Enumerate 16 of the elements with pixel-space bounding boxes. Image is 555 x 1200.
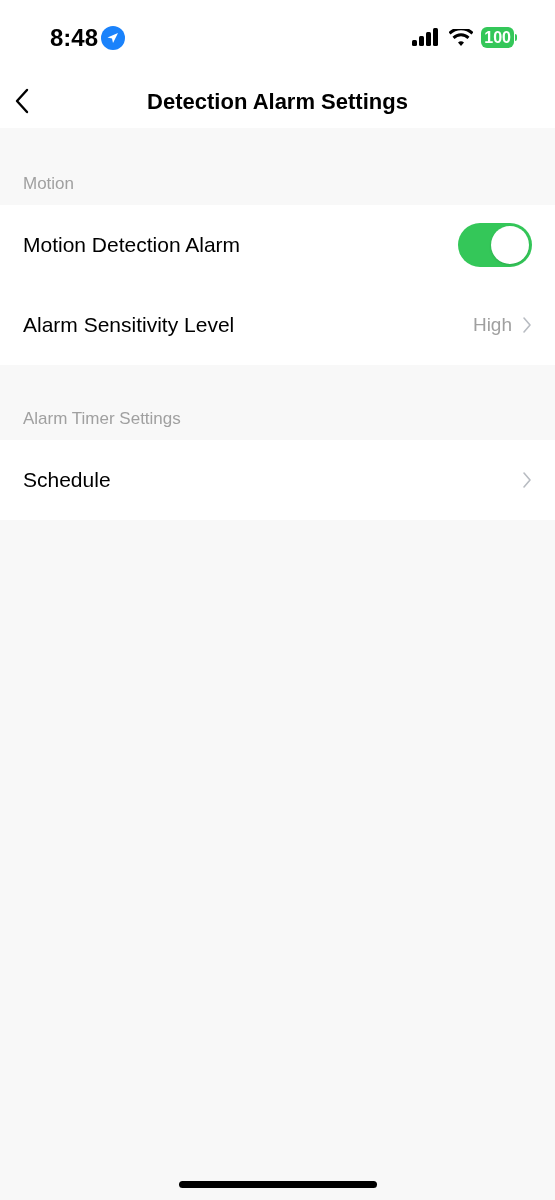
chevron-right-icon [522,316,532,334]
row-label: Schedule [23,467,111,494]
settings-row[interactable]: Schedule [0,440,555,520]
page-title: Detection Alarm Settings [147,88,408,116]
battery-level: 100 [481,27,514,48]
back-icon [14,87,30,115]
section-header: Motion [23,172,75,195]
row-label: Motion Detection Alarm [23,232,241,259]
settings-row[interactable]: Alarm Sensitivity Level High [0,285,555,365]
section-header: Alarm Timer Settings [23,407,181,430]
wifi-icon [449,28,474,47]
chevron-right-icon [522,471,532,489]
toggle-switch[interactable] [458,223,532,267]
row-label: Alarm Sensitivity Level [23,312,235,339]
row-value: High [472,312,512,337]
status-time: 8:48 [50,22,99,53]
